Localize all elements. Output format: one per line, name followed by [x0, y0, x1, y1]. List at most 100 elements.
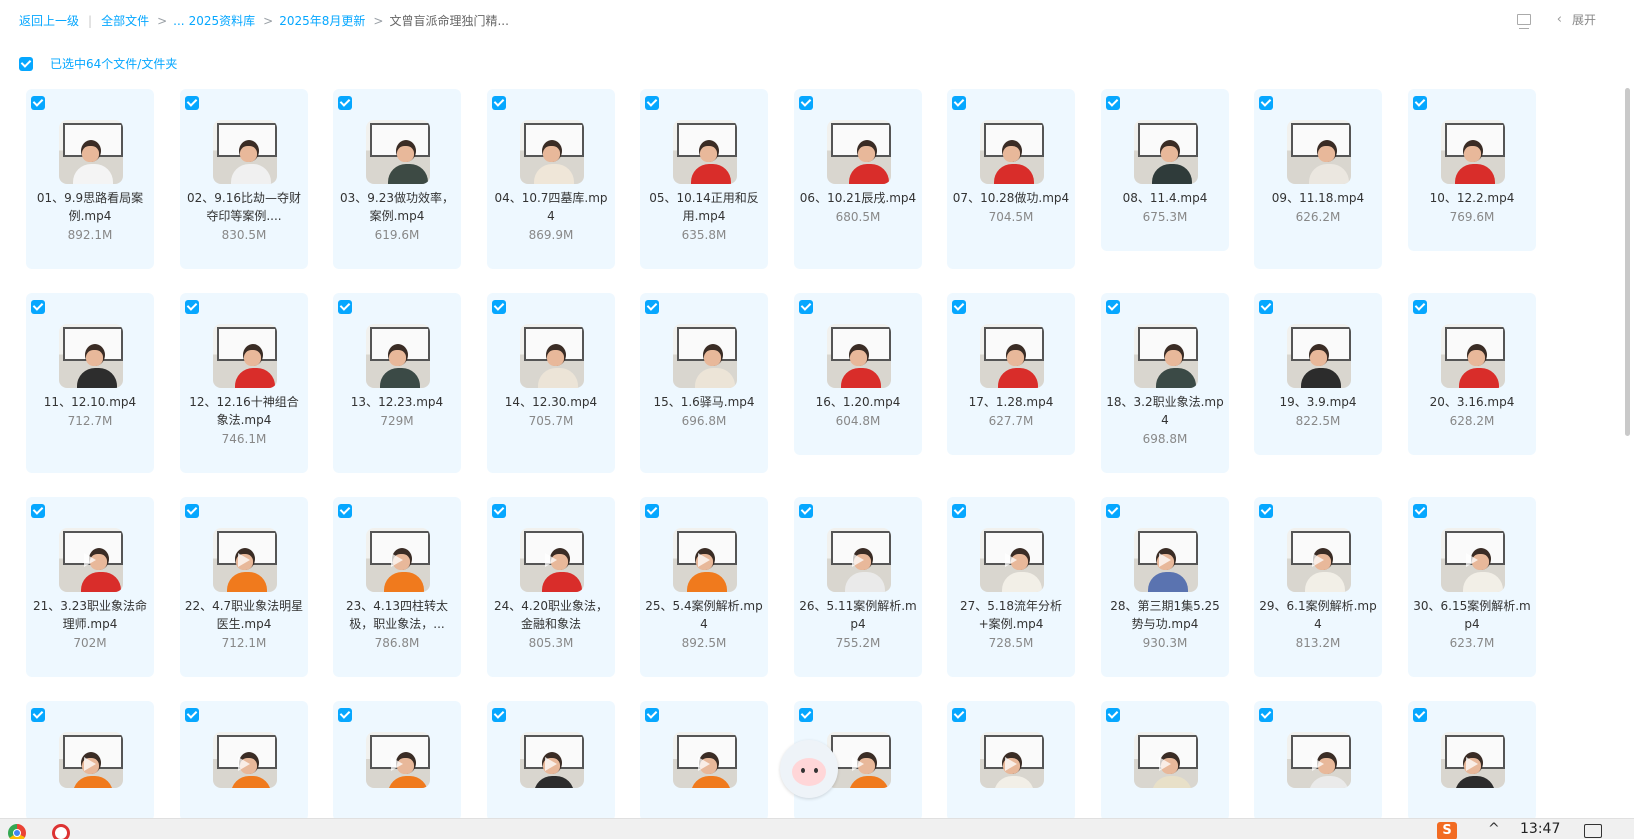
person-face [858, 146, 875, 162]
file-checkbox[interactable] [645, 504, 659, 518]
file-checkbox[interactable] [1413, 300, 1427, 314]
file-checkbox[interactable] [645, 708, 659, 722]
file-tile[interactable]: 19、3.9.mp4 822.5M [1254, 293, 1382, 455]
file-tile[interactable] [26, 701, 154, 821]
file-tile[interactable]: 30、6.15案例解析.mp4 623.7M [1408, 497, 1536, 677]
file-tile[interactable] [947, 701, 1075, 821]
notification-icon[interactable] [1584, 824, 1602, 838]
file-tile[interactable]: 27、5.18流年分析+案例.mp4 728.5M [947, 497, 1075, 677]
file-tile[interactable]: 10、12.2.mp4 769.6M [1408, 89, 1536, 251]
file-checkbox[interactable] [185, 708, 199, 722]
file-checkbox[interactable] [492, 708, 506, 722]
file-tile[interactable]: 20、3.16.mp4 628.2M [1408, 293, 1536, 455]
file-tile[interactable]: 25、5.4案例解析.mp4 892.5M [640, 497, 768, 677]
file-tile[interactable] [487, 701, 615, 821]
file-checkbox[interactable] [1259, 708, 1273, 722]
expand-button[interactable]: 展开 [1572, 11, 1596, 28]
tray-expand-icon[interactable]: ^ [1488, 821, 1500, 837]
file-checkbox[interactable] [1106, 96, 1120, 110]
file-tile[interactable]: 04、10.7四墓库.mp4 869.9M [487, 89, 615, 269]
file-checkbox[interactable] [1106, 504, 1120, 518]
file-checkbox[interactable] [645, 300, 659, 314]
file-checkbox[interactable] [1413, 504, 1427, 518]
file-checkbox[interactable] [31, 300, 45, 314]
file-checkbox[interactable] [1259, 300, 1273, 314]
file-tile[interactable]: 11、12.10.mp4 712.7M [26, 293, 154, 473]
file-checkbox[interactable] [952, 708, 966, 722]
file-checkbox[interactable] [645, 96, 659, 110]
ime-icon[interactable]: S [1437, 822, 1457, 839]
file-checkbox[interactable] [799, 504, 813, 518]
file-checkbox[interactable] [952, 96, 966, 110]
file-tile[interactable] [180, 701, 308, 821]
breadcrumb-library[interactable]: 2025资料库 [189, 12, 256, 29]
file-checkbox[interactable] [799, 708, 813, 722]
file-checkbox[interactable] [31, 504, 45, 518]
file-tile[interactable]: 18、3.2职业象法.mp4 698.8M [1101, 293, 1229, 473]
file-tile[interactable]: 03、9.23做功效率，案例.mp4 619.6M [333, 89, 461, 269]
file-tile[interactable]: 29、6.1案例解析.mp4 813.2M [1254, 497, 1382, 677]
file-checkbox[interactable] [338, 708, 352, 722]
file-checkbox[interactable] [338, 504, 352, 518]
file-checkbox[interactable] [799, 300, 813, 314]
file-checkbox[interactable] [1413, 708, 1427, 722]
file-checkbox[interactable] [185, 300, 199, 314]
file-tile[interactable] [640, 701, 768, 821]
file-checkbox[interactable] [338, 300, 352, 314]
file-tile[interactable]: 17、1.28.mp4 627.7M [947, 293, 1075, 455]
file-tile[interactable] [333, 701, 461, 821]
assistant-mascot[interactable] [778, 740, 842, 808]
file-checkbox[interactable] [799, 96, 813, 110]
file-tile[interactable]: 21、3.23职业象法命理师.mp4 702M [26, 497, 154, 677]
file-checkbox[interactable] [1106, 708, 1120, 722]
file-checkbox[interactable] [1259, 96, 1273, 110]
scrollbar[interactable] [1625, 88, 1630, 436]
file-checkbox[interactable] [31, 96, 45, 110]
file-checkbox[interactable] [185, 504, 199, 518]
breadcrumb-august-update[interactable]: 2025年8月更新 [279, 12, 365, 29]
file-tile[interactable]: 13、12.23.mp4 729M [333, 293, 461, 473]
file-tile[interactable] [1101, 701, 1229, 821]
monitor-icon[interactable] [1516, 14, 1531, 29]
file-checkbox[interactable] [1106, 300, 1120, 314]
breadcrumb-ellipsis[interactable]: ... [173, 14, 184, 28]
chevron-left-icon[interactable]: ‹ [1557, 12, 1562, 27]
file-checkbox[interactable] [952, 300, 966, 314]
file-name: 14、12.30.mp4 705.7M [491, 393, 611, 430]
file-checkbox[interactable] [492, 96, 506, 110]
file-tile[interactable]: 26、5.11案例解析.mp4 755.2M [794, 497, 922, 677]
file-tile[interactable]: 23、4.13四柱转太极，职业象法，... 786.8M [333, 497, 461, 677]
clock[interactable]: 13:47 [1520, 821, 1560, 837]
file-tile[interactable]: 06、10.21辰戌.mp4 680.5M [794, 89, 922, 269]
file-checkbox[interactable] [31, 708, 45, 722]
file-tile[interactable]: 12、12.16十神组合象法.mp4 746.1M [180, 293, 308, 473]
file-checkbox[interactable] [492, 504, 506, 518]
file-checkbox[interactable] [1259, 504, 1273, 518]
file-tile[interactable]: 01、9.9思路看局案例.mp4 892.1M [26, 89, 154, 269]
file-checkbox[interactable] [952, 504, 966, 518]
file-tile[interactable]: 16、1.20.mp4 604.8M [794, 293, 922, 455]
file-tile[interactable]: 08、11.4.mp4 675.3M [1101, 89, 1229, 251]
file-tile[interactable] [1254, 701, 1382, 821]
file-tile[interactable]: 24、4.20职业象法，金融和象法 805.3M [487, 497, 615, 677]
file-tile[interactable]: 28、第三期1集5.25势与功.mp4 930.3M [1101, 497, 1229, 677]
file-tile[interactable]: 05、10.14正用和反用.mp4 635.8M [640, 89, 768, 269]
breadcrumb-all-files[interactable]: 全部文件 [101, 12, 149, 29]
file-checkbox[interactable] [1413, 96, 1427, 110]
file-tile[interactable]: 15、1.6驿马.mp4 696.8M [640, 293, 768, 473]
file-tile[interactable] [1408, 701, 1536, 821]
file-tile[interactable]: 09、11.18.mp4 626.2M [1254, 89, 1382, 269]
file-checkbox[interactable] [492, 300, 506, 314]
app-icon[interactable] [52, 824, 70, 839]
chrome-icon[interactable] [8, 824, 26, 839]
file-checkbox[interactable] [338, 96, 352, 110]
file-tile[interactable]: 07、10.28做功.mp4 704.5M [947, 89, 1075, 269]
file-name-text: 24、4.20职业象法，金融和象法 [494, 599, 608, 631]
back-link[interactable]: 返回上一级 [19, 12, 79, 29]
file-name-text: 20、3.16.mp4 [1429, 395, 1515, 409]
file-tile[interactable]: 02、9.16比劫—夺财夺印等案例.... 830.5M [180, 89, 308, 269]
file-checkbox[interactable] [185, 96, 199, 110]
file-tile[interactable]: 14、12.30.mp4 705.7M [487, 293, 615, 473]
file-tile[interactable]: 22、4.7职业象法明星医生.mp4 712.1M [180, 497, 308, 677]
select-all-checkbox[interactable] [19, 56, 33, 71]
